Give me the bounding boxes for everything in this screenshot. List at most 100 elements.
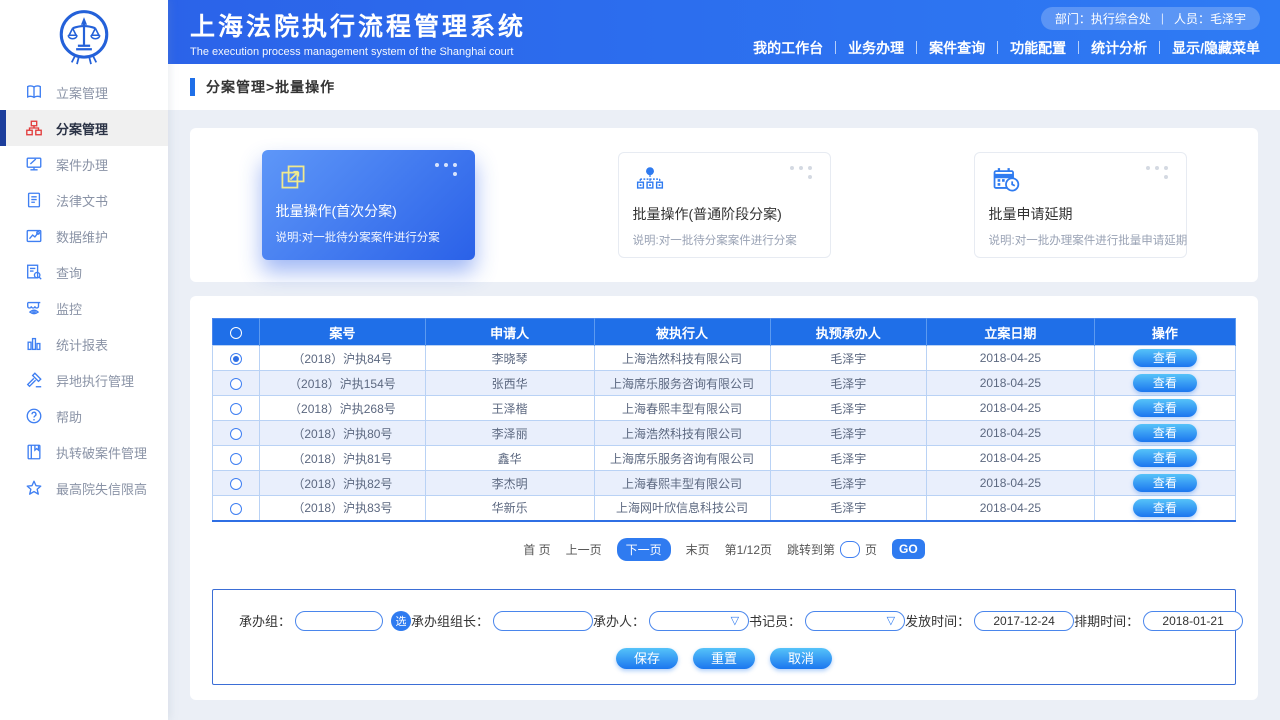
more-dots-icon [1146, 166, 1172, 181]
sidebar: 立案管理 分案管理 案件办理 法律文书 [0, 0, 168, 720]
issue-date-field: 发放时间： 2017-12-24 [905, 611, 1074, 631]
cell-date: 2018-04-25 [927, 446, 1095, 471]
table-row[interactable]: （2018）沪执81号 鑫华 上海席乐服务咨询有限公司 毛泽宇 2018-04-… [213, 446, 1236, 471]
handler-select[interactable]: ▽ [649, 611, 749, 631]
col-action: 操作 [1094, 319, 1235, 346]
group-leader-input[interactable] [493, 611, 593, 631]
sidebar-item-case-handling[interactable]: 案件办理 [0, 146, 168, 182]
card-desc: 说明:对一批待分案案件进行分案 [633, 232, 816, 248]
schedule-date-field: 排期时间： 2018-01-21 [1074, 611, 1243, 631]
cell-handler: 毛泽宇 [770, 496, 927, 521]
view-button[interactable]: 查看 [1133, 399, 1197, 417]
cancel-button[interactable]: 取消 [770, 648, 832, 669]
table-row[interactable]: （2018）沪执83号 华新乐 上海网叶欣信息科技公司 毛泽宇 2018-04-… [213, 496, 1236, 521]
card-title: 批量操作(首次分案) [276, 201, 461, 221]
bar-chart-icon [25, 335, 43, 353]
sidebar-item-statistics-report[interactable]: 统计报表 [0, 326, 168, 362]
sidebar-item-label: 立案管理 [56, 83, 108, 102]
cell-applicant: 李晓琴 [425, 346, 594, 371]
cell-applicant: 李泽丽 [425, 421, 594, 446]
sidebar-item-case-assignment[interactable]: 分案管理 [0, 110, 168, 146]
nav-function-config[interactable]: 功能配置 [1010, 38, 1066, 58]
nav-toggle-menu[interactable]: 显示/隐藏菜单 [1172, 38, 1260, 58]
view-button[interactable]: 查看 [1133, 424, 1197, 442]
tree-icon [633, 165, 669, 195]
nav-statistical-analysis[interactable]: 统计分析 [1091, 38, 1147, 58]
row-radio[interactable] [230, 503, 242, 515]
go-button[interactable]: GO [892, 539, 925, 559]
page-last[interactable]: 末页 [686, 541, 710, 558]
sidebar-item-help[interactable]: 帮助 [0, 398, 168, 434]
sidebar-item-legal-documents[interactable]: 法律文书 [0, 182, 168, 218]
cell-date: 2018-04-25 [927, 346, 1095, 371]
cell-applicant: 王泽楷 [425, 396, 594, 421]
view-button[interactable]: 查看 [1133, 474, 1197, 492]
help-icon [25, 407, 43, 425]
page-first[interactable]: 首 页 [523, 541, 550, 558]
card-batch-first-assignment[interactable]: 批量操作(首次分案) 说明:对一批待分案案件进行分案 [262, 150, 475, 260]
sidebar-item-label: 统计报表 [56, 335, 108, 354]
header-radio[interactable] [230, 327, 242, 339]
save-button[interactable]: 保存 [616, 648, 678, 669]
nav-business-handling[interactable]: 业务办理 [848, 38, 904, 58]
page-prev[interactable]: 上一页 [566, 541, 602, 558]
handler-field: 承办人： ▽ [593, 611, 749, 631]
group-input[interactable] [295, 611, 383, 631]
cell-handler: 毛泽宇 [770, 371, 927, 396]
nav-divider [1078, 41, 1079, 54]
cell-case-no: （2018）沪执84号 [260, 346, 426, 371]
table-row[interactable]: （2018）沪执80号 李泽丽 上海浩然科技有限公司 毛泽宇 2018-04-2… [213, 421, 1236, 446]
cell-handler: 毛泽宇 [770, 346, 927, 371]
reset-button[interactable]: 重置 [693, 648, 755, 669]
sidebar-item-label: 帮助 [56, 407, 82, 426]
table-row[interactable]: （2018）沪执82号 李杰明 上海春熙丰型有限公司 毛泽宇 2018-04-2… [213, 471, 1236, 496]
row-radio[interactable] [230, 428, 242, 440]
view-button[interactable]: 查看 [1133, 349, 1197, 367]
group-leader-label: 承办组组长： [411, 611, 489, 630]
jump-page-input[interactable] [840, 541, 860, 558]
choose-button[interactable]: 选 [391, 611, 411, 631]
assignment-form: 承办组： 选 承办组组长： 承办人： ▽ [212, 589, 1236, 685]
sidebar-item-bankruptcy-cases[interactable]: 执转破案件管理 [0, 434, 168, 470]
sidebar-item-label: 执转破案件管理 [56, 443, 147, 462]
pagination: 首 页 上一页 下一页 末页 第1/12页 跳转到第 页 GO [212, 538, 1236, 561]
court-logo [0, 0, 168, 74]
table-row[interactable]: （2018）沪执154号 张西华 上海席乐服务咨询有限公司 毛泽宇 2018-0… [213, 371, 1236, 396]
clerk-select[interactable]: ▽ [805, 611, 905, 631]
table-row[interactable]: （2018）沪执268号 王泽楷 上海春熙丰型有限公司 毛泽宇 2018-04-… [213, 396, 1236, 421]
breadcrumb-accent [190, 78, 195, 96]
sidebar-item-data-maintenance[interactable]: 数据维护 [0, 218, 168, 254]
schedule-date-input[interactable]: 2018-01-21 [1143, 611, 1243, 631]
row-radio[interactable] [230, 403, 242, 415]
issue-date-input[interactable]: 2017-12-24 [974, 611, 1074, 631]
sidebar-item-case-filing[interactable]: 立案管理 [0, 74, 168, 110]
cell-applicant: 张西华 [425, 371, 594, 396]
card-batch-normal-assignment[interactable]: 批量操作(普通阶段分案) 说明:对一批待分案案件进行分案 [618, 152, 831, 258]
main-area: 上海法院执行流程管理系统 The execution process manag… [168, 0, 1280, 720]
view-button[interactable]: 查看 [1133, 499, 1197, 517]
card-batch-extension-request[interactable]: 批量申请延期 说明:对一批办理案件进行批量申请延期 [974, 152, 1187, 258]
header-title-block: 上海法院执行流程管理系统 The execution process manag… [190, 0, 526, 64]
sidebar-item-supreme-court-blacklist[interactable]: 最高院失信限高 [0, 470, 168, 506]
sidebar-item-remote-execution[interactable]: 异地执行管理 [0, 362, 168, 398]
sidebar-item-monitoring[interactable]: 监控 [0, 290, 168, 326]
nav-my-workbench[interactable]: 我的工作台 [753, 38, 823, 58]
view-button[interactable]: 查看 [1133, 374, 1197, 392]
table-row[interactable]: （2018）沪执84号 李晓琴 上海浩然科技有限公司 毛泽宇 2018-04-2… [213, 346, 1236, 371]
page-next[interactable]: 下一页 [617, 538, 671, 561]
cell-respondent: 上海浩然科技有限公司 [594, 346, 770, 371]
cell-respondent: 上海春熙丰型有限公司 [594, 471, 770, 496]
row-radio[interactable] [230, 453, 242, 465]
cell-case-no: （2018）沪执154号 [260, 371, 426, 396]
row-radio[interactable] [230, 478, 242, 490]
sidebar-item-query[interactable]: 查询 [0, 254, 168, 290]
nav-case-query[interactable]: 案件查询 [929, 38, 985, 58]
cell-date: 2018-04-25 [927, 421, 1095, 446]
row-radio[interactable] [230, 353, 242, 365]
top-nav: 我的工作台 业务办理 案件查询 功能配置 统计分析 显示/隐藏菜单 [753, 38, 1260, 58]
nav-divider [1159, 41, 1160, 54]
batch-cards-panel: 批量操作(首次分案) 说明:对一批待分案案件进行分案 [190, 128, 1258, 282]
row-radio[interactable] [230, 378, 242, 390]
sidebar-item-label: 异地执行管理 [56, 371, 134, 390]
view-button[interactable]: 查看 [1133, 449, 1197, 467]
